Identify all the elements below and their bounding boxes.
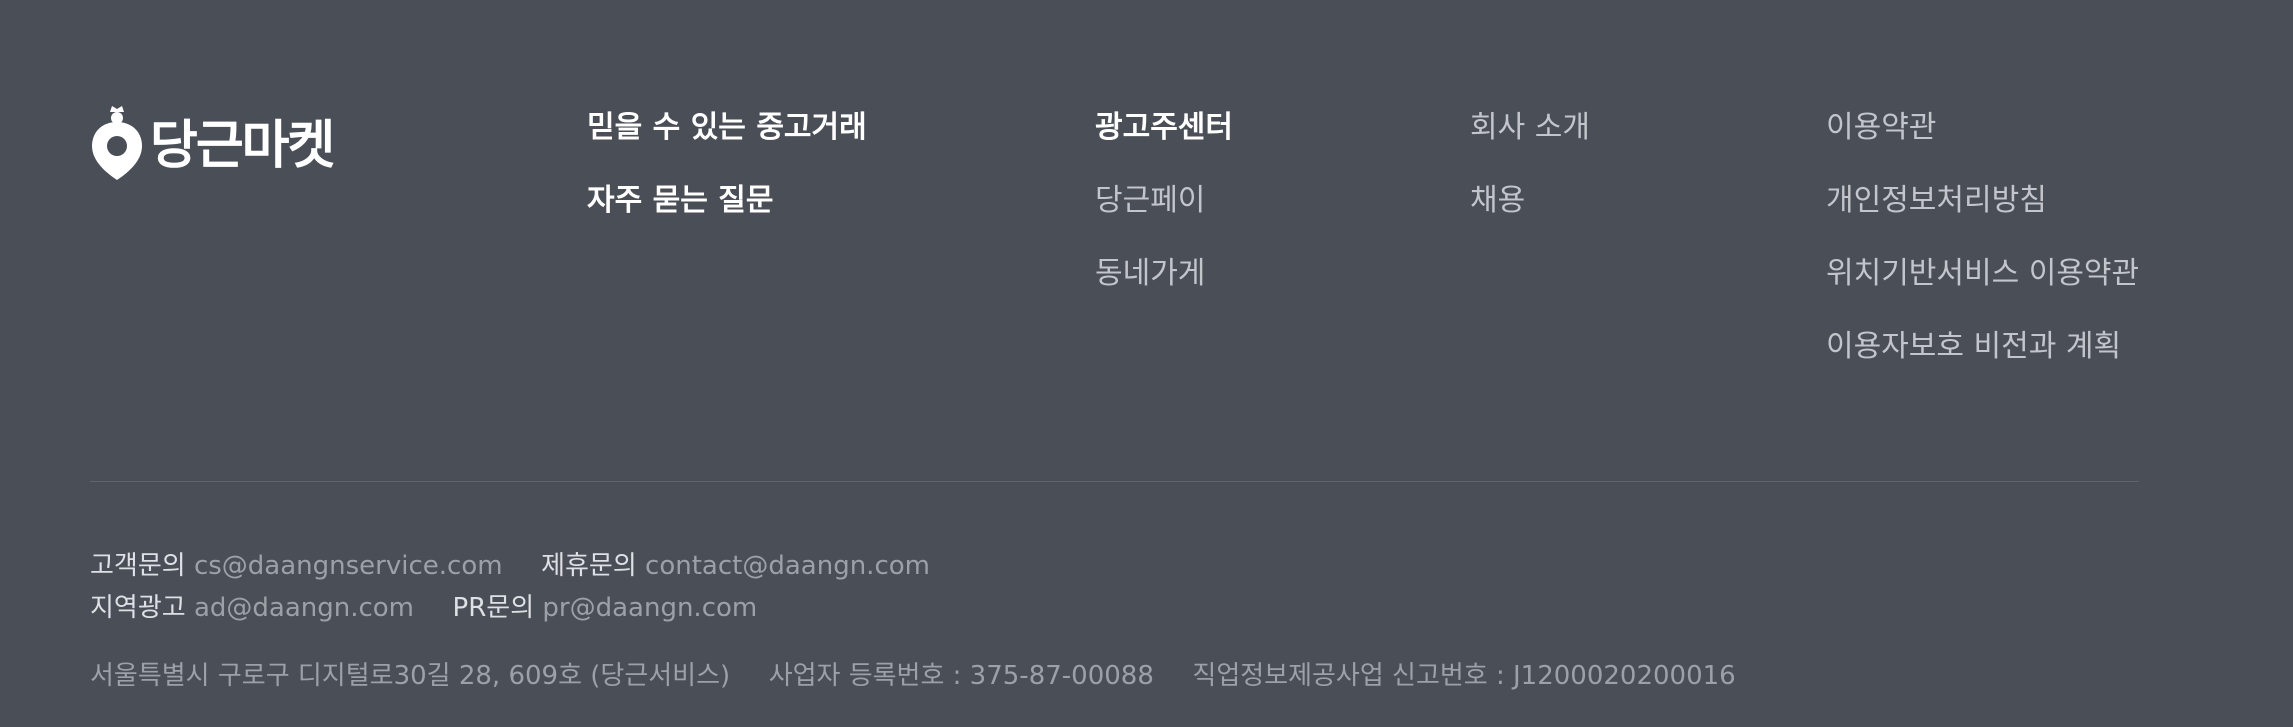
footer-link-local-stores[interactable]: 동네가게 [1095, 252, 1233, 325]
contact-row: 지역광고 ad@daangn.com PR문의 pr@daangn.com [90, 587, 757, 624]
footer-link-location-terms[interactable]: 위치기반서비스 이용약관 [1826, 252, 2139, 325]
footer-link-label[interactable]: 이용자보호 비전과 계획 [1826, 329, 2121, 364]
footer-divider [90, 481, 2139, 482]
company-address: 서울특별시 구로구 디지털로30길 28, 609호 (당근서비스) [90, 661, 731, 691]
brand-name: 당근마켓 [150, 116, 335, 176]
footer-link-about-company[interactable]: 회사 소개 [1470, 106, 1590, 179]
local-ads-label: 지역광고 [90, 593, 186, 623]
site-footer: 당근마켓 믿을 수 있는 중고거래 자주 묻는 질문 광고주센터 당근페이 동네… [0, 0, 2293, 727]
footer-link-label[interactable]: 당근페이 [1095, 183, 1205, 218]
footer-column-2: 광고주센터 당근페이 동네가게 [1095, 106, 1233, 325]
footer-link-label[interactable]: 회사 소개 [1470, 110, 1590, 145]
footer-link-label[interactable]: 동네가게 [1095, 256, 1205, 291]
footer-column-1: 믿을 수 있는 중고거래 자주 묻는 질문 [587, 106, 867, 252]
partnership-inquiry-label: 제휴문의 [541, 551, 637, 581]
footer-link-label[interactable]: 위치기반서비스 이용약관 [1826, 256, 2139, 291]
pr-inquiry-email[interactable]: pr@daangn.com [542, 593, 757, 623]
footer-link-label[interactable]: 광고주센터 [1095, 110, 1233, 145]
customer-inquiry-label: 고객문의 [90, 551, 186, 581]
footer-column-4: 이용약관 개인정보처리방침 위치기반서비스 이용약관 이용자보호 비전과 계획 [1826, 106, 2139, 398]
footer-link-label[interactable]: 자주 묻는 질문 [587, 183, 774, 218]
footer-link-trusted-trade[interactable]: 믿을 수 있는 중고거래 [587, 106, 867, 179]
partnership-inquiry-email[interactable]: contact@daangn.com [645, 551, 930, 581]
footer-link-user-protection[interactable]: 이용자보호 비전과 계획 [1826, 325, 2139, 398]
footer-column-3: 회사 소개 채용 [1470, 106, 1590, 252]
contact-row: 고객문의 cs@daangnservice.com 제휴문의 contact@d… [90, 545, 930, 582]
local-ads-email[interactable]: ad@daangn.com [194, 593, 414, 623]
footer-link-label[interactable]: 채용 [1470, 183, 1525, 218]
footer-link-label[interactable]: 개인정보처리방침 [1826, 183, 2047, 218]
business-registration-number: 사업자 등록번호 : 375-87-00088 [768, 661, 1154, 691]
footer-link-label[interactable]: 믿을 수 있는 중고거래 [587, 110, 867, 145]
footer-link-ad-center[interactable]: 광고주센터 [1095, 106, 1233, 179]
company-info: 서울특별시 구로구 디지털로30길 28, 609호 (당근서비스) 사업자 등… [90, 655, 1736, 692]
footer-link-terms[interactable]: 이용약관 [1826, 106, 2139, 179]
footer-link-faq[interactable]: 자주 묻는 질문 [587, 179, 867, 252]
brand-logo[interactable]: 당근마켓 [90, 104, 335, 180]
footer-link-label[interactable]: 이용약관 [1826, 110, 1936, 145]
pr-inquiry-label: PR문의 [452, 593, 535, 623]
carrot-icon [90, 104, 144, 180]
footer-link-daangn-pay[interactable]: 당근페이 [1095, 179, 1233, 252]
customer-inquiry-email[interactable]: cs@daangnservice.com [194, 551, 503, 581]
footer-link-privacy-policy[interactable]: 개인정보처리방침 [1826, 179, 2139, 252]
footer-link-careers[interactable]: 채용 [1470, 179, 1590, 252]
job-info-registration-number: 직업정보제공사업 신고번호 : J1200020200016 [1192, 661, 1736, 691]
